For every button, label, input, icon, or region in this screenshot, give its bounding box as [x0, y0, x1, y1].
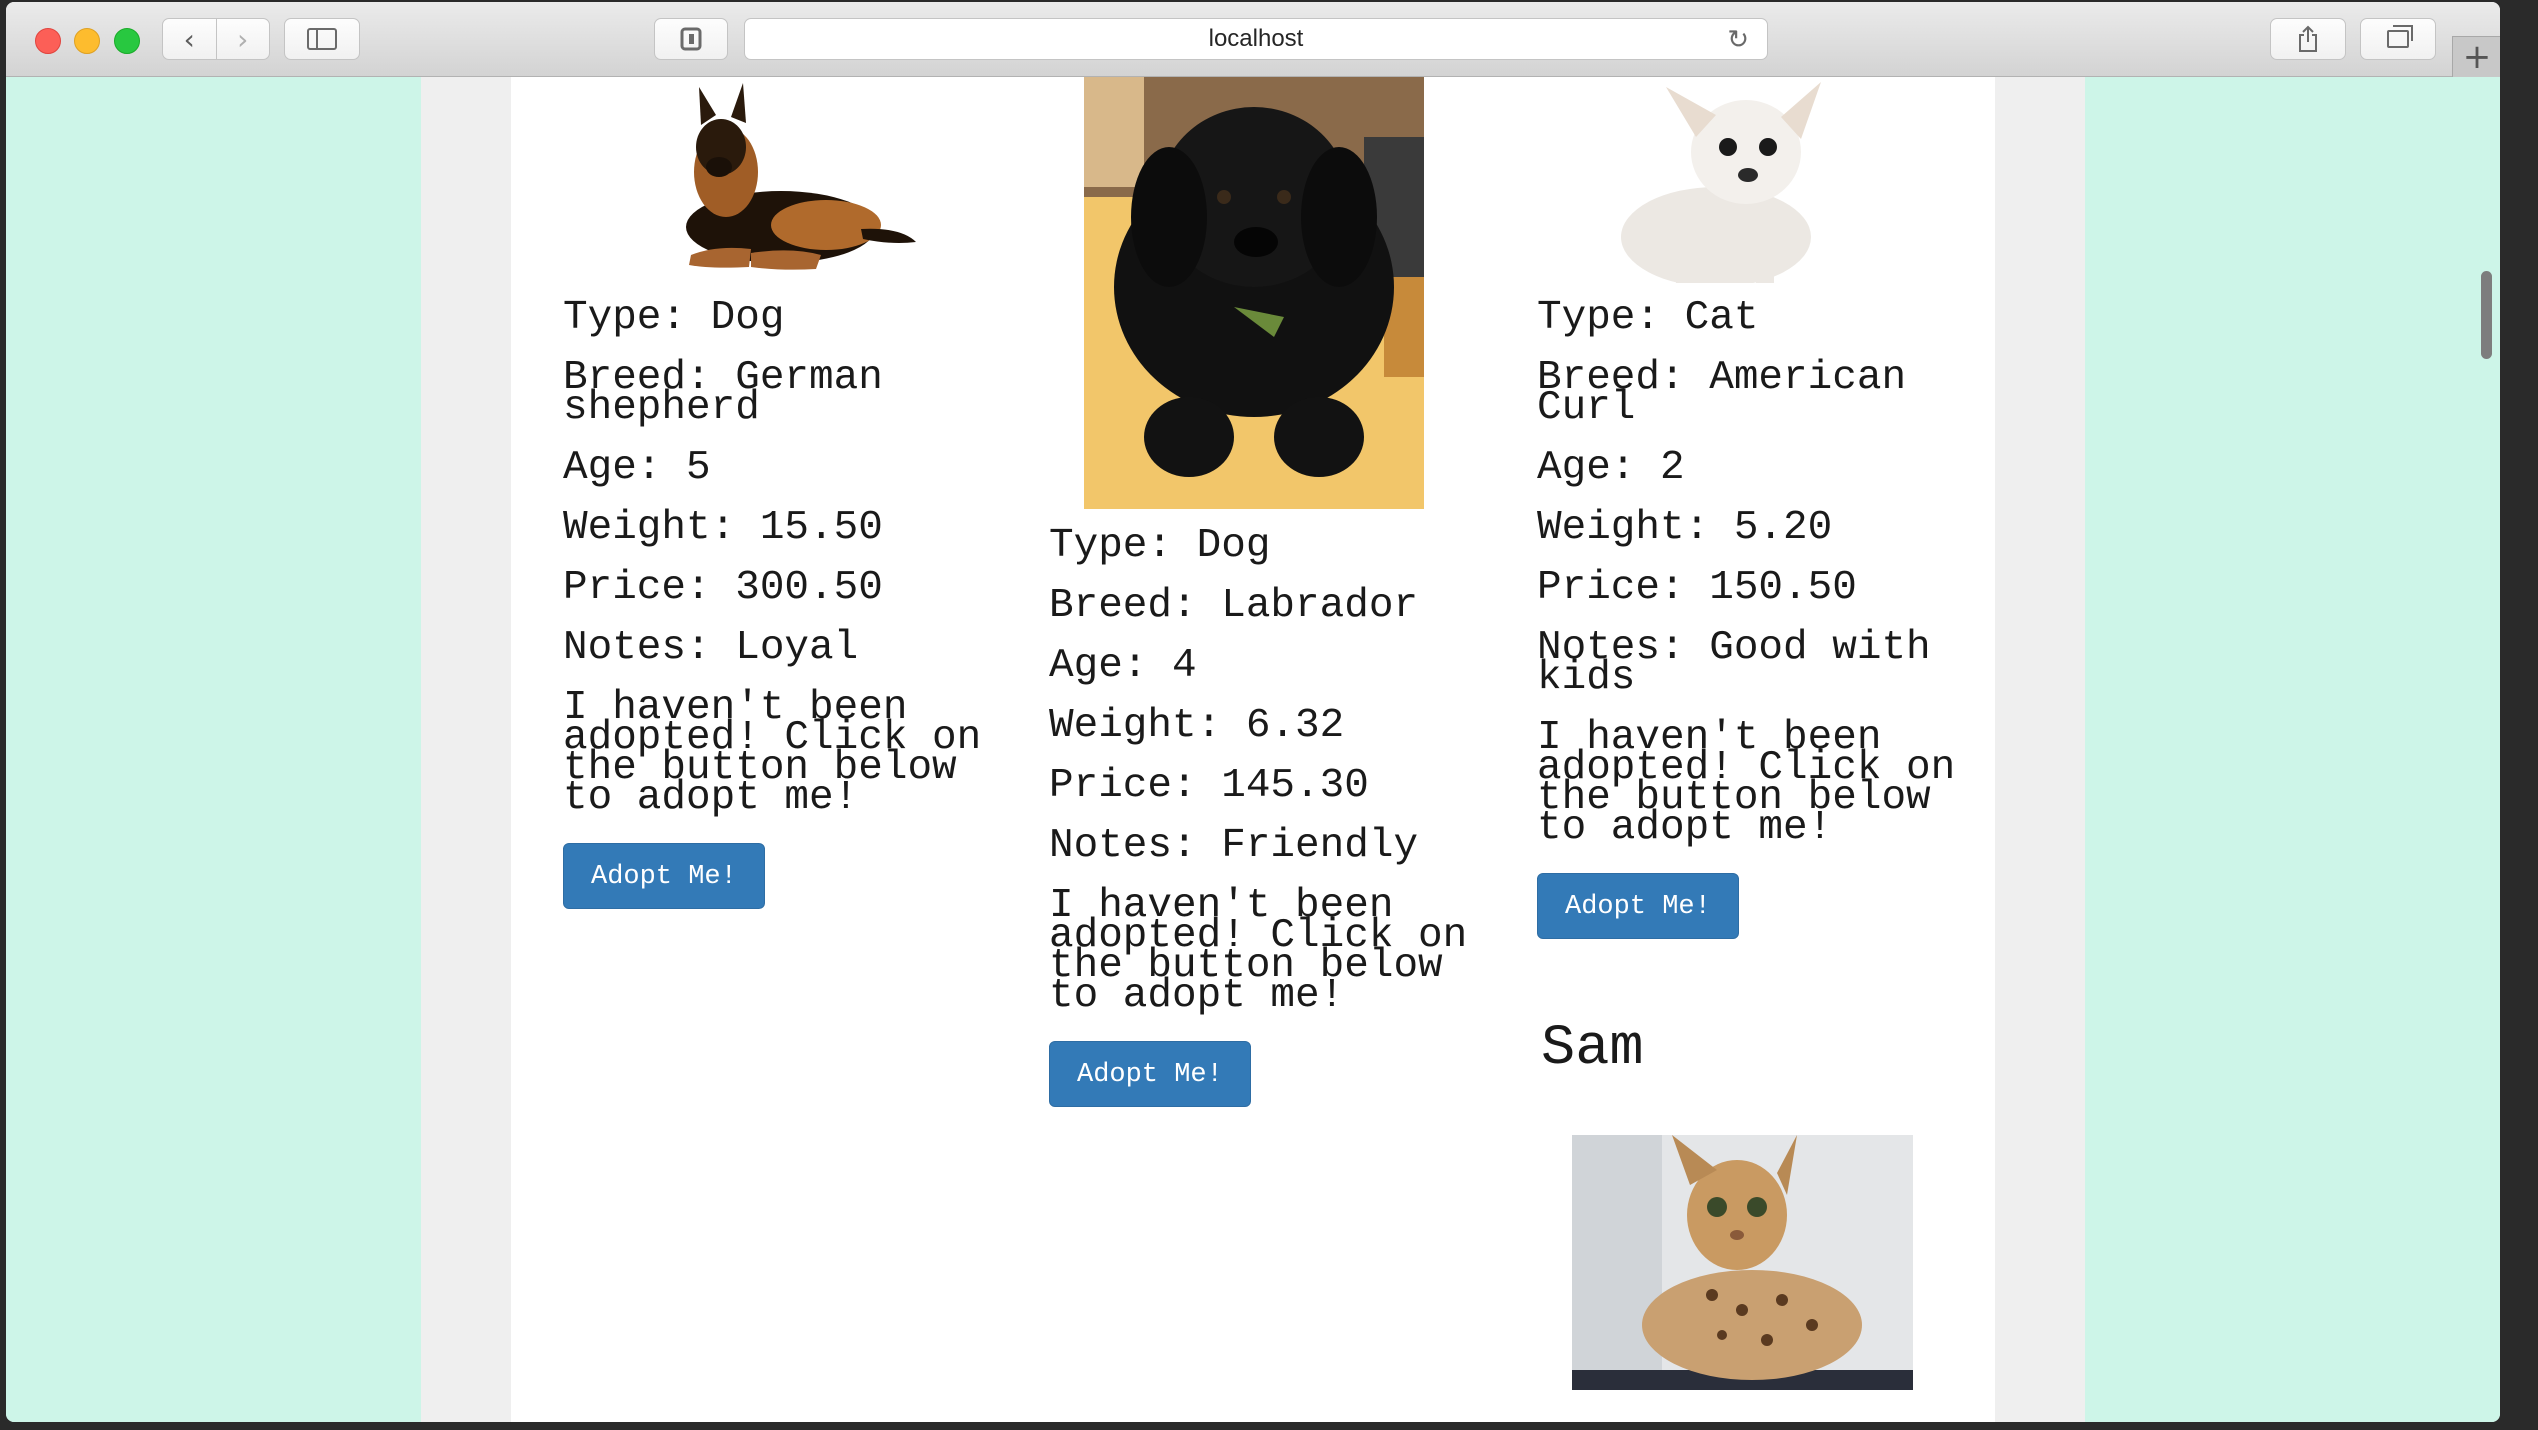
pet-age: Age: 2 [1537, 445, 1685, 491]
chevron-left-icon[interactable]: ‹ [163, 19, 217, 59]
pet-name: Sam [1541, 1017, 1644, 1081]
chevron-right-icon[interactable]: › [217, 19, 270, 59]
address-text: localhost [1208, 25, 1304, 52]
pet-price: Price: 300.50 [563, 565, 883, 611]
show-tabs-button[interactable] [2360, 18, 2436, 60]
pet-notes: Notes: Good with kids [1537, 625, 1931, 701]
plus-icon[interactable]: + [2452, 36, 2500, 77]
scrollbar-thumb[interactable] [2481, 271, 2492, 359]
pet-breed: Breed: German shepherd [563, 355, 883, 431]
adopt-button[interactable]: Adopt Me! [1537, 873, 1739, 939]
share-button[interactable] [2270, 18, 2346, 60]
white-chihuahua-photo [1596, 77, 1836, 283]
pet-list: Type: Dog Breed: German shepherd Age: 5 … [511, 77, 1995, 1422]
tabs-icon [2387, 25, 2413, 48]
pet-weight: Weight: 6.32 [1049, 703, 1345, 749]
sidebar-icon [307, 28, 337, 50]
pet-card: Type: Dog Breed: German shepherd Age: 5 … [563, 295, 983, 909]
pet-notes: Notes: Loyal [563, 625, 859, 671]
reload-icon[interactable]: ↻ [1727, 25, 1749, 55]
navigation-buttons: ‹ › [162, 18, 270, 60]
minimize-window-button[interactable] [74, 28, 100, 54]
pet-type: Type: Dog [1049, 523, 1271, 569]
pet-age: Age: 4 [1049, 643, 1197, 689]
labrador-puppy-photo [1084, 77, 1424, 509]
pet-price: Price: 145.30 [1049, 763, 1369, 809]
adopt-button[interactable]: Adopt Me! [563, 843, 765, 909]
adoption-message: I haven't been adopted! Click on the but… [563, 685, 982, 821]
adoption-message: I haven't been adopted! Click on the but… [1537, 715, 1956, 851]
pet-weight: Weight: 5.20 [1537, 505, 1833, 551]
pet-breed: Breed: American Curl [1537, 355, 1907, 431]
pet-card: Type: Dog Breed: Labrador Age: 4 Weight:… [1049, 523, 1469, 1107]
adoption-message: I haven't been adopted! Click on the but… [1049, 883, 1468, 1019]
close-window-button[interactable] [35, 28, 61, 54]
pet-weight: Weight: 15.50 [563, 505, 883, 551]
extension-icon [680, 27, 702, 51]
browser-toolbar: ‹ › localhost ↻ + [6, 2, 2500, 77]
pet-notes: Notes: Friendly [1049, 823, 1419, 869]
sidebar-button[interactable] [284, 18, 360, 60]
pet-age: Age: 5 [563, 445, 711, 491]
german-shepherd-photo [601, 77, 921, 277]
pet-price: Price: 150.50 [1537, 565, 1857, 611]
extension-button[interactable] [654, 18, 728, 60]
bengal-cat-photo [1572, 1135, 1913, 1390]
browser-window: ‹ › localhost ↻ + Type: Dog Breed: Germa… [6, 2, 2500, 1422]
pet-card: Type: Cat Breed: American Curl Age: 2 We… [1537, 295, 1957, 939]
page-viewport[interactable]: Type: Dog Breed: German shepherd Age: 5 … [6, 77, 2500, 1422]
pet-type: Type: Dog [563, 295, 785, 341]
pet-type: Type: Cat [1537, 295, 1759, 341]
vertical-scrollbar[interactable] [2472, 77, 2500, 1422]
pet-breed: Breed: Labrador [1049, 583, 1419, 629]
share-icon [2299, 25, 2317, 52]
address-bar[interactable]: localhost ↻ [744, 18, 1768, 60]
zoom-window-button[interactable] [114, 28, 140, 54]
adopt-button[interactable]: Adopt Me! [1049, 1041, 1251, 1107]
